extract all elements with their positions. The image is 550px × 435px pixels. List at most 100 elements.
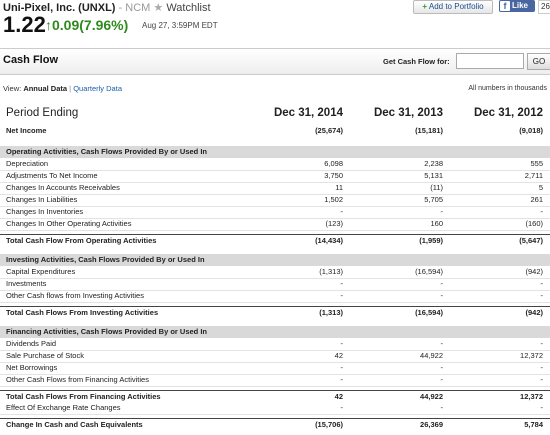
cell-value: (1,959) [419, 236, 443, 245]
cell-value: 12,372 [520, 351, 543, 360]
plus-icon: + [422, 2, 428, 11]
section-title: Cash Flow [3, 54, 59, 66]
cell-value: - [440, 291, 444, 300]
go-button[interactable]: GO [527, 53, 550, 70]
row-label: Net Borrowings [6, 363, 58, 372]
cell-value: - [440, 339, 444, 348]
cell-value: (942) [525, 308, 543, 317]
row-label: Sale Purchase of Stock [6, 351, 84, 360]
cell-value: (15,706) [315, 420, 343, 429]
row-label: Investments [6, 279, 47, 288]
cell-value: (16,594) [415, 267, 443, 276]
get-cash-flow-label: Get Cash Flow for: [383, 57, 450, 66]
cell-value: 2,238 [424, 159, 443, 168]
cell-value: - [440, 207, 444, 216]
like-label: Like [512, 1, 529, 10]
section-header-row: Investing Activities, Cash Flows Provide… [0, 254, 550, 266]
cell-value: (15,181) [415, 126, 443, 135]
cell-value: (1,313) [319, 267, 343, 276]
change-value: 0.09(7.96%) [52, 17, 129, 33]
cell-value: (1,313) [319, 308, 343, 317]
stock-price: 1.22 [3, 12, 46, 37]
cell-value: 5,131 [424, 171, 443, 180]
arrow-up-icon: ↑ [45, 17, 52, 33]
exchange-label: - NCM [118, 2, 151, 14]
cell-value: - [440, 375, 444, 384]
cell-value: (5,647) [519, 236, 543, 245]
star-icon[interactable]: ★ [153, 2, 163, 14]
total-row: Total Cash Flows From Investing Activiti… [0, 306, 550, 319]
watchlist-link[interactable]: Watchlist [166, 2, 210, 14]
table-row: Effect Of Exchange Rate Changes - - - [0, 402, 550, 415]
cell-value: 3,750 [324, 171, 343, 180]
row-label: Effect Of Exchange Rate Changes [6, 403, 121, 412]
row-label: Change In Cash and Cash Equivalents [6, 420, 143, 429]
table-row: Net Income (25,674) (15,181) (9,018) [0, 125, 550, 137]
period-header: Dec 31, 2013 [373, 107, 443, 119]
cell-value: 261 [530, 195, 543, 204]
add-to-portfolio-button[interactable]: + Add to Portfolio [413, 0, 493, 14]
section-header-row: Operating Activities, Cash Flows Provide… [0, 146, 550, 158]
row-label: Total Cash Flows From Investing Activiti… [6, 308, 159, 317]
period-header: Dec 31, 2012 [473, 107, 543, 119]
cell-value: (123) [325, 219, 343, 228]
cell-value: - [440, 279, 444, 288]
facebook-like-button[interactable]: f Like [499, 0, 535, 12]
units-note: All numbers in thousands [468, 85, 547, 92]
cell-value: - [340, 403, 344, 412]
table-row: Changes In Other Operating Activities (12… [0, 218, 550, 231]
price-change: ↑0.09(7.96%) [45, 17, 128, 33]
cell-value: (9,018) [519, 126, 543, 135]
symbol-input[interactable] [456, 53, 524, 69]
row-label: Dividends Paid [6, 339, 57, 348]
row-label: Investing Activities, Cash Flows Provide… [6, 255, 205, 264]
cell-value: 5 [538, 183, 543, 192]
cell-value: (942) [525, 267, 543, 276]
cell-value: - [540, 339, 544, 348]
row-label: Net Income [6, 126, 47, 135]
row-label: Other Cash flows from Investing Activiti… [6, 291, 144, 300]
cell-value: - [340, 363, 344, 372]
cell-value: - [340, 279, 344, 288]
view-selector: View: Annual Data | Quarterly Data [3, 84, 122, 93]
table-row: Other Cash flows from Investing Activiti… [0, 290, 550, 303]
cell-value: - [540, 375, 544, 384]
cell-value: - [540, 403, 544, 412]
cell-value: (16,594) [415, 308, 443, 317]
cash-flow-section-bar: Cash Flow Get Cash Flow for: GO [0, 48, 550, 75]
row-label: Capital Expenditures [6, 267, 76, 276]
cell-value: - [340, 339, 344, 348]
row-label: Adjustments To Net Income [6, 171, 98, 180]
row-label: Depreciation [6, 159, 49, 168]
cell-value: (160) [525, 219, 543, 228]
row-label: Changes In Inventories [6, 207, 84, 216]
cell-value: 1,502 [324, 195, 343, 204]
add-portfolio-label: Add to Portfolio [428, 2, 484, 11]
cell-value: (25,674) [315, 126, 343, 135]
row-label: Financing Activities, Cash Flows Provide… [6, 327, 208, 336]
total-row: Total Cash Flow From Operating Activitie… [0, 234, 550, 247]
cell-value: 5,705 [424, 195, 443, 204]
quarterly-data-link[interactable]: Quarterly Data [73, 84, 122, 93]
row-label: Other Cash Flows from Financing Activiti… [6, 375, 149, 384]
cell-value: - [540, 363, 544, 372]
cell-value: 6,098 [324, 159, 343, 168]
cell-value: - [340, 207, 344, 216]
total-row: Change In Cash and Cash Equivalents (15,7… [0, 418, 550, 431]
cell-value: 555 [530, 159, 543, 168]
cell-value: - [340, 291, 344, 300]
row-label: Changes In Accounts Receivables [6, 183, 120, 192]
row-label: Changes In Other Operating Activities [6, 219, 132, 228]
cell-value: 5,784 [524, 420, 543, 429]
quote-header: Uni-Pixel, Inc. (UNXL) - NCM ★ Watchlist… [0, 0, 550, 40]
period-ending-label: Period Ending [6, 107, 79, 119]
cell-value: - [540, 291, 544, 300]
cell-value: (14,434) [315, 236, 343, 245]
annual-data-option: Annual Data [23, 84, 68, 93]
table-row: Other Cash Flows from Financing Activiti… [0, 374, 550, 387]
cell-value: - [440, 403, 444, 412]
cell-value: 2,711 [524, 171, 543, 180]
cell-value: 160 [430, 219, 443, 228]
quote-timestamp: Aug 27, 3:59PM EDT [142, 21, 218, 30]
cell-value: - [340, 375, 344, 384]
